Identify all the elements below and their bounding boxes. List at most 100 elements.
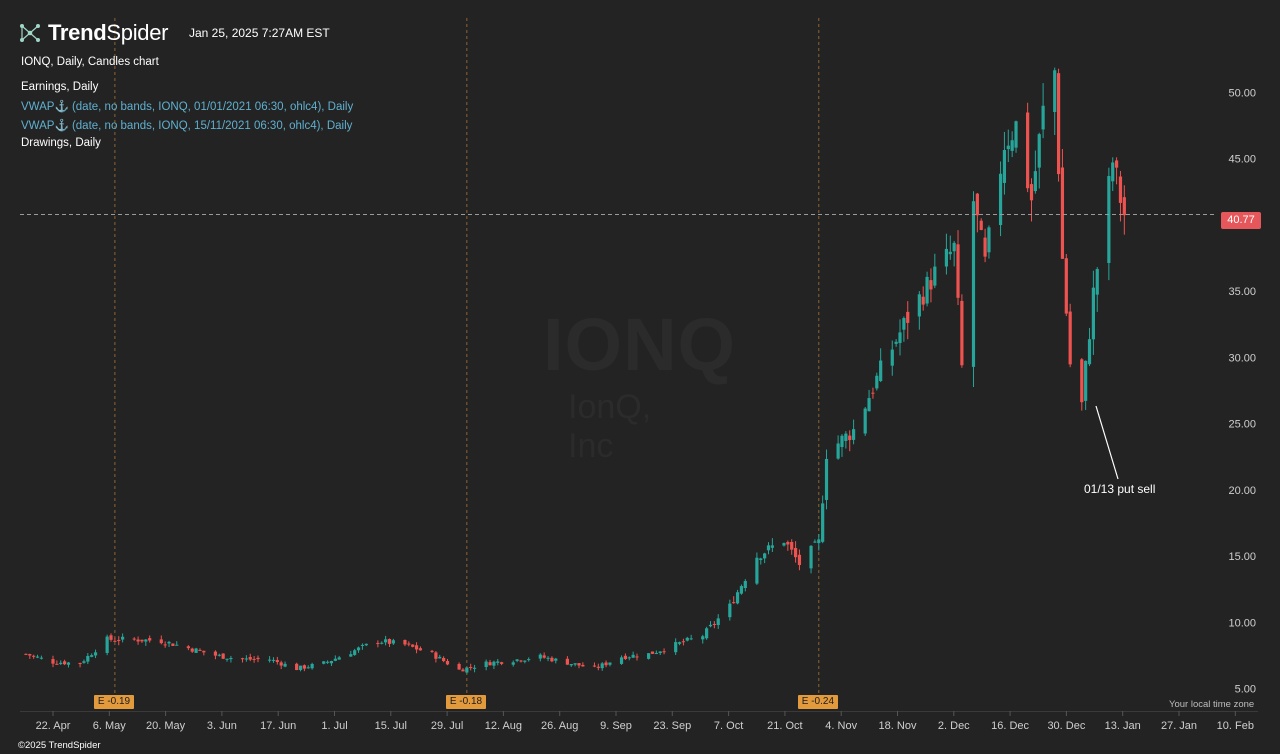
candle <box>384 635 388 646</box>
candle <box>387 638 392 647</box>
candle <box>271 657 276 663</box>
candle <box>1060 149 1065 259</box>
x-axis: 22. Apr 6. May 20. May 3. Jun 17. Jun 1. Jul 1… <box>20 711 1258 732</box>
candle <box>66 661 71 668</box>
candle <box>766 542 771 555</box>
candle <box>63 659 67 666</box>
candle <box>987 225 991 259</box>
candle <box>322 661 326 665</box>
candle <box>623 653 628 660</box>
timestamp: Jan 25, 2025 7:27AM EST <box>189 26 330 40</box>
candle <box>376 640 380 648</box>
x-tick-label: 30. Dec <box>1047 720 1085 732</box>
candle <box>202 650 206 656</box>
candle <box>484 659 488 671</box>
candle <box>140 639 144 643</box>
candle <box>167 640 171 648</box>
candle <box>403 639 407 647</box>
candle <box>256 655 260 663</box>
candle <box>550 656 554 663</box>
earnings-marker[interactable]: E -0.24 <box>797 695 839 709</box>
x-tick-label: 6. May <box>93 720 127 732</box>
candle <box>171 643 175 647</box>
candle <box>90 653 94 658</box>
candle <box>364 643 368 647</box>
candle <box>82 659 86 664</box>
y-tick-label: 10.00 <box>1228 617 1256 629</box>
candle <box>283 661 287 668</box>
candle <box>438 654 442 659</box>
candle <box>275 656 279 665</box>
candle <box>279 660 283 670</box>
candle <box>821 495 825 544</box>
candle <box>1053 67 1057 136</box>
candle <box>86 653 90 665</box>
candle <box>674 638 678 656</box>
y-tick-label: 30.00 <box>1228 352 1256 364</box>
y-tick-label: 15.00 <box>1228 551 1256 563</box>
candle <box>229 655 233 663</box>
price-chart[interactable]: 5.0010.0015.0020.0025.0030.0035.0040.004… <box>0 0 1280 754</box>
candle <box>728 599 732 621</box>
candle <box>51 655 55 668</box>
legend-item[interactable]: Drawings, Daily <box>21 137 101 149</box>
x-tick-label: 23. Sep <box>653 720 691 732</box>
earnings-marker[interactable]: E -0.19 <box>93 695 135 709</box>
candle <box>569 664 573 667</box>
y-axis: 5.0010.0015.0020.0025.0030.0035.0040.004… <box>1228 87 1256 695</box>
y-tick-label: 25.00 <box>1228 419 1256 431</box>
candle <box>1068 303 1072 368</box>
candle <box>194 647 198 653</box>
candle <box>1080 358 1084 411</box>
candle <box>1033 150 1037 194</box>
candle <box>681 638 686 646</box>
candle <box>445 658 450 666</box>
candle <box>840 434 844 457</box>
legend-item[interactable]: Earnings, Daily <box>21 81 98 93</box>
candle <box>732 596 736 604</box>
candle <box>890 340 894 376</box>
candle <box>511 660 515 667</box>
candle <box>998 161 1003 237</box>
x-tick-label: 18. Nov <box>879 720 917 732</box>
x-tick-label: 1. Jul <box>321 720 347 732</box>
candle <box>960 294 964 368</box>
candle <box>1095 267 1099 312</box>
candle <box>391 638 395 645</box>
network-logo-icon <box>20 24 40 42</box>
legend-item[interactable]: VWAP⚓ (date, no bands, IONQ, 01/01/2021 … <box>21 99 353 113</box>
x-tick-label: 29. Jul <box>431 720 463 732</box>
candle <box>871 387 875 399</box>
y-tick-label: 20.00 <box>1228 485 1256 497</box>
candle <box>546 656 550 662</box>
x-tick-label: 7. Oct <box>714 720 743 732</box>
candle <box>325 660 330 664</box>
timezone-label[interactable]: Your local time zone <box>1169 699 1254 710</box>
candle <box>848 430 852 452</box>
candle <box>933 253 937 289</box>
candle <box>418 646 423 651</box>
candle <box>117 636 121 646</box>
candle <box>1111 157 1115 192</box>
current-price-tag: 40.77 <box>1221 212 1261 229</box>
candle <box>824 449 829 510</box>
candle <box>716 614 720 629</box>
candle <box>190 647 194 653</box>
candle <box>650 651 655 654</box>
candle <box>496 658 500 666</box>
candle <box>894 339 898 347</box>
candle <box>902 316 906 342</box>
candle <box>465 667 469 674</box>
candle <box>500 661 504 666</box>
candle <box>1122 185 1126 235</box>
candle <box>1014 120 1018 153</box>
candle <box>851 419 856 445</box>
candle <box>542 652 546 659</box>
candle <box>689 634 693 641</box>
candle <box>121 633 125 643</box>
candle <box>983 228 987 263</box>
legend-item[interactable]: IONQ, Daily, Candles chart <box>21 56 159 68</box>
earnings-marker[interactable]: E -0.18 <box>445 695 487 709</box>
legend-item[interactable]: VWAP⚓ (date, no bands, IONQ, 15/11/2021 … <box>21 118 352 132</box>
candle <box>600 662 604 671</box>
